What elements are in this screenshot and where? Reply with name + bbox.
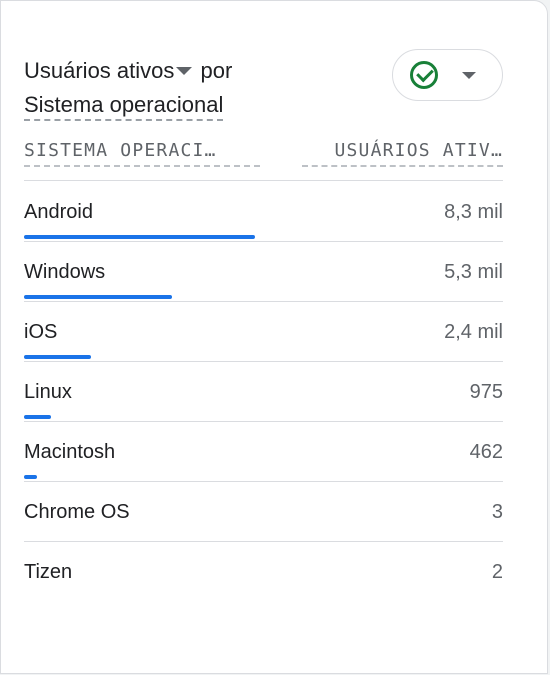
row-label: iOS [24, 321, 58, 343]
row-label: Chrome OS [24, 501, 130, 523]
table-header: SISTEMA OPERACI… USUÁRIOS ATIV… [24, 133, 503, 181]
row-bar [24, 355, 91, 359]
dimension-selector[interactable]: Sistema operacional [24, 90, 224, 121]
metric-column-header[interactable]: USUÁRIOS ATIV… [302, 136, 503, 167]
table-row[interactable]: Linux 975 [24, 362, 503, 422]
row-label: Linux [24, 381, 72, 403]
table-row[interactable]: Tizen 2 [24, 542, 503, 602]
table-row[interactable]: iOS 2,4 mil [24, 302, 503, 362]
row-value: 975 [469, 381, 503, 403]
table-row[interactable]: Chrome OS 3 [24, 482, 503, 542]
row-label: Android [24, 201, 93, 223]
table-row[interactable]: Android 8,3 mil [24, 182, 503, 242]
row-value: 462 [469, 441, 503, 463]
row-label: Macintosh [24, 441, 116, 463]
os-users-card: Usuários ativos por Sistema operacional … [0, 0, 548, 674]
metric-selector[interactable]: Usuários ativos [24, 58, 201, 83]
row-value: 8,3 mil [444, 201, 503, 223]
row-value: 2 [491, 561, 503, 583]
comparison-chip[interactable] [392, 49, 503, 101]
row-label: Windows [24, 261, 106, 283]
metric-dropdown-icon [176, 66, 193, 75]
row-value: 3 [491, 501, 503, 523]
dimension-column-header[interactable]: SISTEMA OPERACI… [24, 136, 260, 167]
card-title: Usuários ativos por Sistema operacional [24, 54, 354, 122]
table-row[interactable]: Macintosh 462 [24, 422, 503, 482]
row-bar [24, 415, 51, 419]
table-row[interactable]: Windows 5,3 mil [24, 242, 503, 302]
title-connector: por [200, 58, 233, 83]
table-body: Android 8,3 mil Windows 5,3 mil iOS 2,4 … [24, 182, 503, 602]
check-circle-icon [410, 61, 438, 89]
row-value: 2,4 mil [444, 321, 503, 343]
row-bar [24, 235, 255, 239]
chevron-down-icon [462, 72, 476, 79]
row-bar [24, 475, 37, 479]
row-label: Tizen [24, 561, 73, 583]
row-value: 5,3 mil [444, 261, 503, 283]
metric-label: Usuários ativos [24, 58, 175, 83]
row-bar [24, 295, 172, 299]
